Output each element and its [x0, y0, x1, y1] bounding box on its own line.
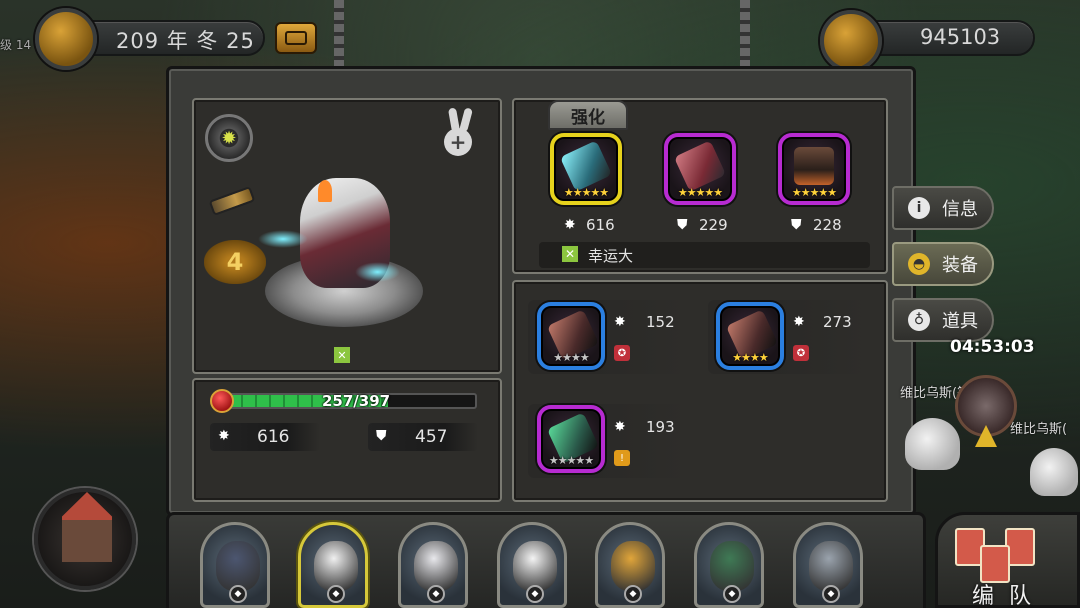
tab-info-label: 信息: [942, 199, 978, 220]
star-rating: ★★★★★: [548, 454, 594, 467]
equipped-armor-slot[interactable]: ★★★★★: [664, 133, 736, 205]
defense-icon: ⛊: [376, 428, 387, 444]
tab-items[interactable]: ♁ 道具: [892, 298, 994, 342]
item-type-badge: !: [614, 450, 630, 466]
hero-portrait-polar-bear: [513, 541, 557, 591]
roster-hero-eagle-knight[interactable]: ◆: [298, 522, 368, 608]
hp-value: 257/397: [322, 392, 391, 410]
star-rating: ★★★★: [732, 351, 768, 364]
map-timer: 04:53:03: [950, 337, 1035, 357]
class-icon: ◆: [327, 585, 345, 603]
hero-portrait-pirate-wolf: [216, 541, 260, 591]
season-moon-icon[interactable]: [35, 8, 97, 70]
class-icon: ◆: [229, 585, 247, 603]
inventory-crossbow-slot[interactable]: ★★★★: [716, 302, 784, 370]
hero-defense-value: 457: [415, 427, 448, 447]
equipped-legs-slot[interactable]: ★★★★★: [778, 133, 850, 205]
white-dragon-unit[interactable]: [905, 418, 960, 470]
tab-equipment[interactable]: ◓ 装备: [892, 242, 994, 286]
defense-icon: ⛊: [677, 217, 688, 233]
helmet-icon: ◓: [908, 253, 930, 275]
armor-art: [673, 140, 727, 192]
trait-badge-icon: ✕: [334, 347, 350, 363]
roster-hero-leopard[interactable]: ◆: [595, 522, 665, 608]
tab-info[interactable]: i 信息: [892, 186, 994, 230]
hero-portrait-crocodile: [710, 541, 754, 591]
class-icon: ◆: [427, 585, 445, 603]
star-rating: ★★★★: [553, 351, 589, 364]
add-rabbit-icon[interactable]: +: [440, 107, 480, 160]
hero-portrait-elephant: [809, 541, 853, 591]
roster-hero-pirate-wolf[interactable]: ◆: [200, 522, 270, 608]
tab-equipment-label: 装备: [942, 255, 978, 276]
inventory-crossbow-slot[interactable]: ★★★★: [537, 302, 605, 370]
roster-hero-sheep-mage[interactable]: ◆: [398, 522, 468, 608]
item-stat: 152: [646, 313, 675, 331]
star-rating: ★★★★★: [563, 186, 609, 199]
equipped-weapon-slot[interactable]: ★★★★★: [550, 133, 622, 205]
scroll-menu-button[interactable]: [275, 22, 317, 54]
class-icon: ◆: [822, 585, 840, 603]
weapon-art: [559, 140, 613, 192]
trait-icon: ✕: [562, 246, 578, 262]
roster-hero-elephant[interactable]: ◆: [793, 522, 863, 608]
star-rating: ★★★★★: [677, 186, 723, 199]
calendar-date: 209 年 冬 25: [116, 29, 255, 53]
attack-icon: ✸: [614, 314, 626, 330]
map-unit-label: 维比乌斯(: [1010, 422, 1068, 437]
tab-items-label: 道具: [942, 311, 978, 332]
attack-icon: ✸: [564, 217, 576, 233]
left-chain: [334, 0, 344, 70]
item-type-badge: ✪: [614, 345, 630, 361]
formation-label: 编 队: [972, 584, 1035, 608]
hero-portrait-sheep-mage: [414, 541, 458, 591]
attack-icon: ✸: [614, 419, 626, 435]
bag-icon: ♁: [908, 309, 930, 331]
star-rating: ★★★★★: [791, 186, 837, 199]
roster-hero-crocodile[interactable]: ◆: [694, 522, 764, 608]
hero-crest: [318, 180, 332, 202]
hero-portrait-leopard: [611, 541, 655, 591]
hero-level-badge: 4: [204, 240, 266, 284]
item-stat: 273: [823, 313, 852, 331]
class-icon: ◆: [723, 585, 741, 603]
frost-glow-effect: [355, 262, 400, 282]
hero-portrait-eagle-knight: [314, 541, 358, 591]
attack-icon: ✸: [793, 314, 805, 330]
gold-coin-icon[interactable]: [820, 10, 882, 72]
defense-icon: ⛊: [791, 217, 802, 233]
frost-glow-effect: [258, 230, 308, 248]
telescope-icon[interactable]: [205, 180, 259, 222]
inventory-bow-slot[interactable]: ★★★★★: [537, 405, 605, 473]
heart-icon: [210, 389, 234, 413]
scroll-icon: [285, 31, 307, 45]
trait-label: 幸运大: [588, 247, 634, 265]
legs-art: [794, 147, 834, 185]
attack-icon: ✸: [218, 428, 230, 444]
gold-amount: 945103: [920, 25, 1001, 49]
class-icon: ◆: [526, 585, 544, 603]
strengthen-button[interactable]: 强化: [548, 100, 628, 130]
side-level-label: 级 14: [0, 38, 32, 52]
white-dragon-unit[interactable]: [1030, 448, 1078, 496]
roster-hero-polar-bear[interactable]: ◆: [497, 522, 567, 608]
armor-stat: 229: [699, 216, 728, 234]
item-stat: 193: [646, 418, 675, 436]
class-icon: ◆: [624, 585, 642, 603]
item-type-badge: ✪: [793, 345, 809, 361]
right-chain: [740, 0, 750, 70]
legs-stat: 228: [813, 216, 842, 234]
hero-attack-value: 616: [257, 427, 290, 447]
weapon-stat: 616: [586, 216, 615, 234]
skill-sun-icon[interactable]: ✹: [205, 114, 253, 162]
info-icon: i: [908, 197, 930, 219]
